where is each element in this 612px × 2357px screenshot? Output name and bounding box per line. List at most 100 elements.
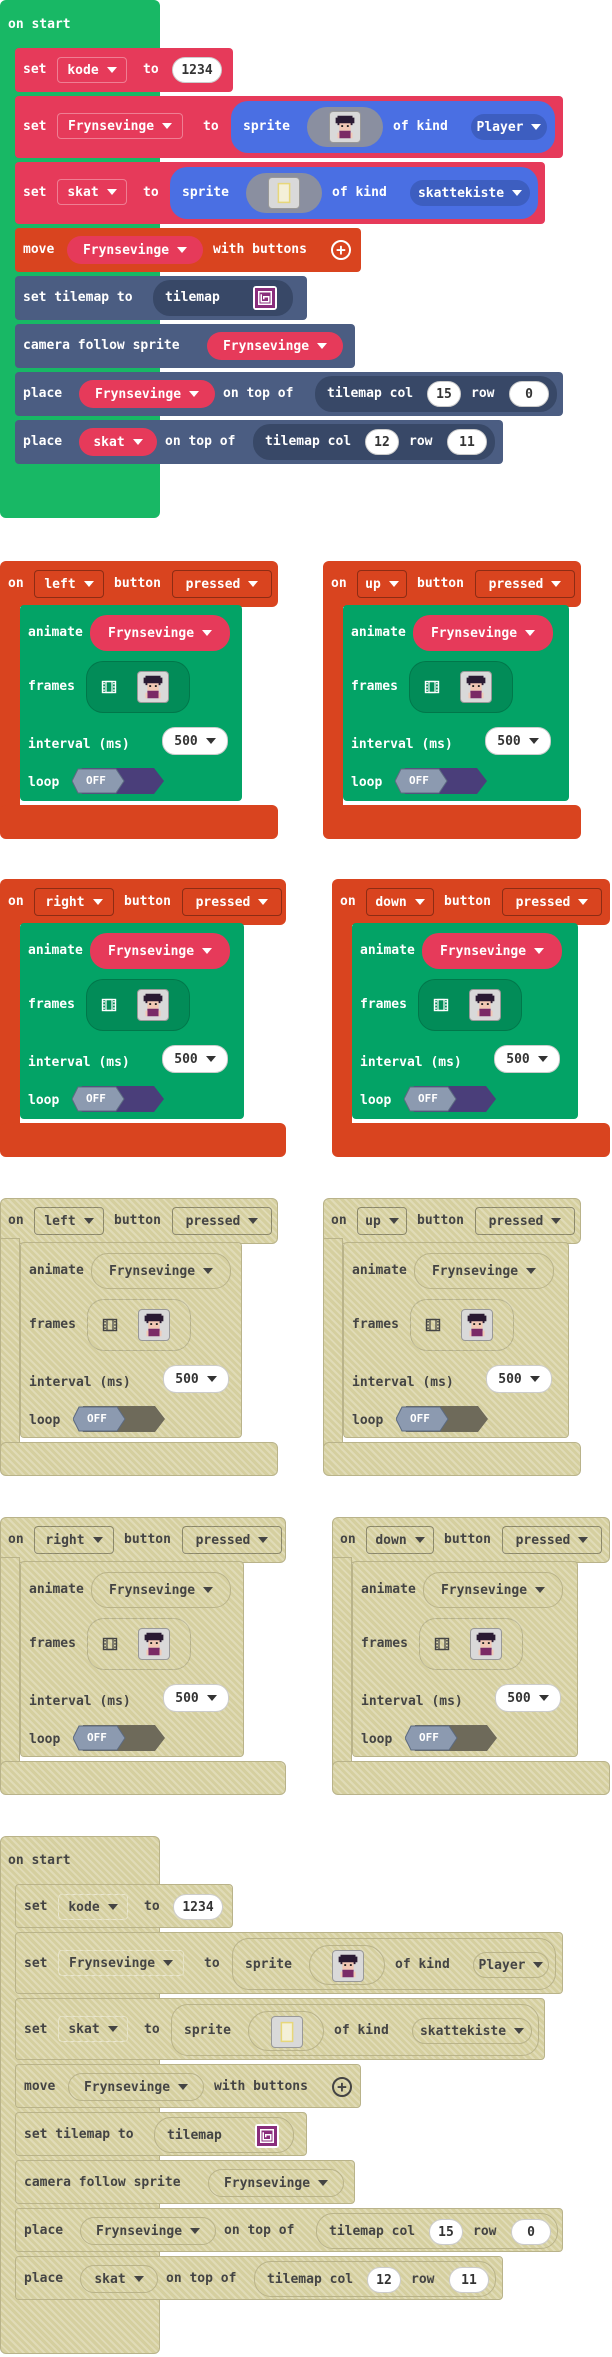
move-sprite-variable[interactable]: Frynsevinge — [68, 2073, 204, 2101]
sprite-of-kind-block[interactable]: sprite of kind Player — [231, 101, 555, 153]
set-kode[interactable]: set kode to 1234 — [15, 48, 233, 92]
tilemap-col-row-block[interactable]: tilemap col 12 row 11 — [254, 2261, 496, 2297]
set-skat[interactable]: set skat to sprite of kind skattekiste — [15, 1998, 545, 2060]
set-skat[interactable]: set skat to sprite of kind skattekiste — [15, 162, 545, 224]
animate-block[interactable]: animate Frynsevinge frames interval (ms) 500… — [352, 923, 578, 1119]
frames-field[interactable] — [419, 1618, 523, 1670]
skat-variable-dropdown[interactable]: skat — [57, 179, 127, 205]
button-dropdown[interactable]: up — [357, 1207, 407, 1235]
tilemap-col-row-block[interactable]: tilemap col 15 row 0 — [315, 376, 557, 412]
loop-toggle[interactable]: OFF — [394, 765, 495, 797]
kode-variable-dropdown[interactable]: kode — [57, 57, 127, 83]
fryns-variable-dropdown[interactable]: Frynsevinge — [58, 1950, 184, 1976]
animate-sprite-variable[interactable]: Frynsevinge — [91, 1253, 231, 1289]
sprite-of-kind-block[interactable]: sprite of kind skattekiste — [170, 167, 538, 219]
col-input[interactable]: 12 — [365, 429, 399, 455]
frames-field[interactable] — [86, 661, 190, 713]
frames-field[interactable] — [418, 979, 522, 1031]
tilemap-col-row-block[interactable]: tilemap col 15 row 0 — [316, 2213, 558, 2249]
sprite-of-kind-block[interactable]: sprite of kind skattekiste — [171, 2004, 539, 2056]
button-dropdown[interactable]: right — [34, 888, 114, 916]
col-input[interactable]: 15 — [429, 2219, 463, 2245]
kind-dropdown[interactable]: Player — [471, 114, 547, 140]
frames-field[interactable] — [87, 1299, 191, 1351]
loop-toggle[interactable]: OFF — [404, 1722, 505, 1754]
set-fryns[interactable]: set Frynsevinge to sprite of kind Player — [15, 1932, 563, 1994]
animate-block[interactable]: animate Frynsevinge frames interval (ms) 500… — [20, 1561, 244, 1757]
set-kode[interactable]: set kode to 1234 — [15, 1884, 233, 1928]
place-sprite-variable[interactable]: Frynsevinge — [79, 380, 215, 408]
kode-value-input[interactable]: 1234 — [172, 57, 222, 83]
frames-field[interactable] — [87, 1618, 191, 1670]
animate-sprite-variable[interactable]: Frynsevinge — [90, 933, 230, 969]
event-dropdown[interactable]: pressed — [182, 888, 282, 916]
kode-variable-dropdown[interactable]: kode — [58, 1894, 128, 1920]
row-input[interactable]: 11 — [449, 2267, 489, 2293]
interval-dropdown[interactable]: 500 — [163, 1365, 229, 1393]
loop-toggle[interactable]: OFF — [71, 765, 172, 797]
button-dropdown[interactable]: up — [357, 570, 407, 598]
animate-sprite-variable[interactable]: Frynsevinge — [423, 1572, 563, 1608]
loop-toggle[interactable]: OFF — [395, 1403, 496, 1435]
move-sprite-variable[interactable]: Frynsevinge — [67, 236, 203, 264]
button-dropdown[interactable]: left — [34, 1207, 104, 1235]
button-dropdown[interactable]: down — [366, 1526, 434, 1554]
loop-toggle[interactable]: OFF — [71, 1083, 172, 1115]
event-dropdown[interactable]: pressed — [172, 1207, 272, 1235]
place-skat[interactable]: place skat on top of tilemap col 12 row 11 — [15, 420, 503, 464]
loop-toggle[interactable]: OFF — [72, 1722, 173, 1754]
button-dropdown[interactable]: right — [34, 1526, 114, 1554]
animate-block[interactable]: animate Frynsevinge frames interval (ms) 500… — [20, 605, 242, 801]
sprite-image-field[interactable] — [307, 107, 383, 147]
interval-dropdown[interactable]: 500 — [486, 1365, 552, 1393]
fryns-variable-dropdown[interactable]: Frynsevinge — [57, 113, 183, 139]
kind-dropdown[interactable]: Player — [473, 1952, 549, 1978]
event-dropdown[interactable]: pressed — [502, 888, 602, 916]
row-input[interactable]: 11 — [447, 429, 487, 455]
interval-dropdown[interactable]: 500 — [485, 727, 551, 755]
event-dropdown[interactable]: pressed — [172, 570, 272, 598]
tilemap-icon[interactable] — [253, 286, 277, 310]
sprite-image-field[interactable] — [309, 1945, 385, 1985]
button-dropdown[interactable]: left — [34, 570, 104, 598]
loop-toggle[interactable]: OFF — [72, 1403, 173, 1435]
camera-follow-sprite[interactable]: camera follow sprite Frynsevinge — [15, 2160, 355, 2204]
place-sprite-variable[interactable]: skat — [79, 428, 157, 456]
animate-block[interactable]: animate Frynsevinge frames interval (ms) 500… — [20, 1242, 242, 1438]
interval-dropdown[interactable]: 500 — [494, 1045, 560, 1073]
interval-dropdown[interactable]: 500 — [163, 1684, 229, 1712]
animate-block[interactable]: animate Frynsevinge frames interval (ms) 500… — [343, 605, 569, 801]
plus-circle-icon[interactable]: + — [332, 2077, 352, 2097]
frames-field[interactable] — [410, 1299, 514, 1351]
event-dropdown[interactable]: pressed — [475, 1207, 575, 1235]
interval-dropdown[interactable]: 500 — [162, 727, 228, 755]
set-tilemap[interactable]: set tilemap to tilemap — [15, 2112, 307, 2156]
move-with-buttons[interactable]: move Frynsevinge with buttons + — [15, 228, 361, 272]
animate-sprite-variable[interactable]: Frynsevinge — [90, 615, 230, 651]
tilemap-icon[interactable] — [255, 2124, 279, 2148]
event-dropdown[interactable]: pressed — [502, 1526, 602, 1554]
camera-sprite-variable[interactable]: Frynsevinge — [207, 332, 343, 360]
animate-block[interactable]: animate Frynsevinge frames interval (ms) 500… — [343, 1242, 569, 1438]
animate-sprite-variable[interactable]: Frynsevinge — [91, 1572, 231, 1608]
camera-follow-sprite[interactable]: camera follow sprite Frynsevinge — [15, 324, 355, 368]
place-sprite-variable[interactable]: skat — [80, 2265, 158, 2293]
frames-field[interactable] — [409, 661, 513, 713]
tilemap-block[interactable]: tilemap — [153, 280, 293, 316]
sprite-image-field[interactable] — [246, 173, 322, 213]
event-dropdown[interactable]: pressed — [182, 1526, 282, 1554]
tilemap-block[interactable]: tilemap — [154, 2117, 294, 2153]
animate-sprite-variable[interactable]: Frynsevinge — [414, 1253, 554, 1289]
animate-block[interactable]: animate Frynsevinge frames interval (ms) 500… — [20, 923, 244, 1119]
animate-block[interactable]: animate Frynsevinge frames interval (ms) 500… — [352, 1561, 578, 1757]
plus-circle-icon[interactable]: + — [331, 240, 351, 260]
button-dropdown[interactable]: down — [366, 888, 434, 916]
set-fryns[interactable]: set Frynsevinge to sprite of kind Player — [15, 96, 563, 158]
tilemap-col-row-block[interactable]: tilemap col 12 row 11 — [253, 424, 495, 460]
interval-dropdown[interactable]: 500 — [495, 1684, 561, 1712]
col-input[interactable]: 12 — [367, 2267, 401, 2293]
event-dropdown[interactable]: pressed — [475, 570, 575, 598]
camera-sprite-variable[interactable]: Frynsevinge — [208, 2169, 344, 2197]
animate-sprite-variable[interactable]: Frynsevinge — [413, 615, 553, 651]
col-input[interactable]: 15 — [427, 381, 461, 407]
